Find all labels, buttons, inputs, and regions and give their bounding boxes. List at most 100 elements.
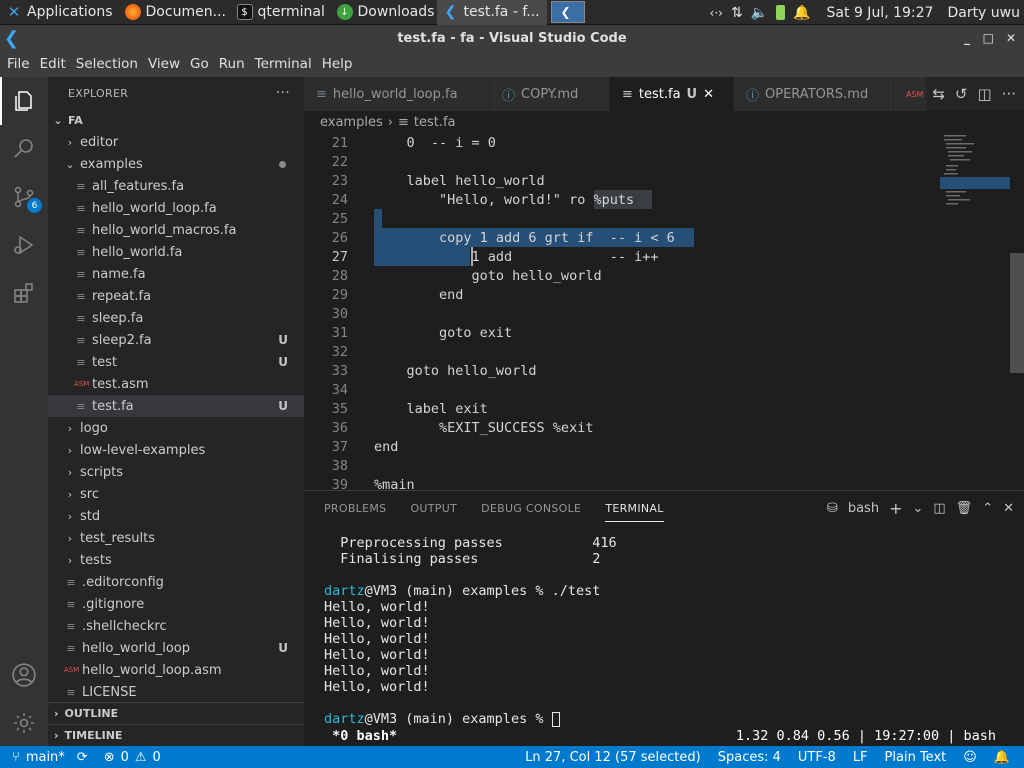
close-panel-icon[interactable]: ✕ <box>1003 501 1014 516</box>
tree-item[interactable]: › test_results <box>48 527 304 549</box>
tree-item[interactable]: ASM hello_world_loop.asm <box>48 659 304 681</box>
volume-icon[interactable]: 🔈 <box>751 5 768 21</box>
end-of-line[interactable]: LF <box>853 750 868 765</box>
language-mode[interactable]: Plain Text <box>885 750 947 765</box>
error-count[interactable]: 0 <box>121 750 129 765</box>
source-control-icon[interactable]: 6 <box>8 181 42 213</box>
taskbar-vscode[interactable]: ❮ test.fa - f... <box>436 0 547 25</box>
more-actions-icon[interactable]: ··· <box>1002 85 1016 103</box>
editor-scrollbar[interactable] <box>1010 133 1024 490</box>
cursor-position[interactable]: Ln 27, Col 12 (57 selected) <box>525 750 701 765</box>
tree-item[interactable]: ≡ all_features.fa <box>48 175 304 197</box>
maximize-icon[interactable]: □ <box>983 31 994 45</box>
tree-item[interactable]: › scripts <box>48 461 304 483</box>
tab-copy-md[interactable]: ⓘ COPY.md <box>490 77 610 111</box>
menu-file[interactable]: File <box>2 56 35 72</box>
git-branch[interactable]: main* <box>26 750 65 765</box>
tab-problems[interactable]: PROBLEMS <box>324 502 386 515</box>
menu-go[interactable]: Go <box>185 56 214 72</box>
tree-item[interactable]: › logo <box>48 417 304 439</box>
open-changes-icon[interactable]: ⇆ <box>932 85 945 103</box>
transfer-icon[interactable]: ⇅ <box>731 5 743 21</box>
terminal-output[interactable]: Preprocessing passes 416 Finalising pass… <box>324 535 617 727</box>
taskbar-firefox[interactable]: Documen... <box>119 0 231 25</box>
menu-edit[interactable]: Edit <box>35 56 71 72</box>
tab-output[interactable]: OUTPUT <box>410 502 457 515</box>
user-name[interactable]: Darty uwu <box>947 5 1020 21</box>
menu-selection[interactable]: Selection <box>71 56 143 72</box>
tree-item[interactable]: › src <box>48 483 304 505</box>
close-icon[interactable]: ✕ <box>1006 31 1016 45</box>
tab-test-fa[interactable]: ≡ test.fa U ✕ <box>610 77 734 111</box>
run-debug-icon[interactable] <box>8 229 40 261</box>
tab-hello-world-loop[interactable]: ≡ hello_world_loop.fa <box>304 77 490 111</box>
explorer-icon[interactable] <box>8 85 40 117</box>
indentation[interactable]: Spaces: 4 <box>718 750 781 765</box>
chevron-down-icon[interactable]: ⌄ <box>912 501 923 516</box>
tree-item[interactable]: ≡ LICENSE <box>48 681 304 703</box>
tree-item[interactable]: ≡ hello_world_loop.fa <box>48 197 304 219</box>
tree-item[interactable]: › low-level-examples <box>48 439 304 461</box>
tree-item[interactable]: › std <box>48 505 304 527</box>
tree-item[interactable]: ≡ .editorconfig <box>48 571 304 593</box>
tab-terminal[interactable]: TERMINAL <box>605 495 664 522</box>
modified-dot-icon <box>279 160 286 168</box>
close-icon[interactable]: ✕ <box>703 87 714 102</box>
notifications-bell-icon[interactable]: 🔔 <box>994 750 1010 765</box>
tree-item[interactable]: ≡ repeat.fa <box>48 285 304 307</box>
menu-run[interactable]: Run <box>214 56 250 72</box>
trash-icon[interactable]: 🗑 <box>956 501 973 516</box>
tree-item[interactable]: ≡ name.fa <box>48 263 304 285</box>
sync-icon[interactable]: ⟳ <box>77 750 88 765</box>
battery-icon[interactable] <box>776 5 786 20</box>
outline-section[interactable]: › OUTLINE <box>48 702 304 724</box>
new-terminal-icon[interactable]: + <box>889 499 902 518</box>
tree-item[interactable]: › tests <box>48 549 304 571</box>
notification-bell-icon[interactable]: 🔔 <box>793 5 810 21</box>
settings-gear-icon[interactable] <box>8 707 40 739</box>
tab-operators-md[interactable]: ⓘ OPERATORS.md <box>734 77 894 111</box>
scroll-thumb[interactable] <box>1010 253 1024 373</box>
split-terminal-icon[interactable]: ◫ <box>933 501 945 516</box>
more-actions-icon[interactable]: ··· <box>276 85 290 101</box>
minimize-icon[interactable]: _ <box>964 31 970 45</box>
breadcrumb-file[interactable]: test.fa <box>414 115 456 130</box>
timeline-section[interactable]: › TIMELINE <box>48 724 304 746</box>
taskbar-vscode-preview[interactable]: ❮ <box>550 1 585 23</box>
split-editor-icon[interactable]: ◫ <box>978 85 992 103</box>
terminal-shell-name[interactable]: bash <box>848 501 879 516</box>
tree-item[interactable]: ≡ sleep2.fa U <box>48 329 304 351</box>
code-editor[interactable]: 21 0 -- i = 0 22 23 label hello_world 24 "H… <box>304 133 1024 490</box>
tree-item[interactable]: ≡ test.fa U <box>48 395 304 417</box>
network-icon[interactable]: ‹·› <box>710 6 723 20</box>
tree-item[interactable]: ≡ sleep.fa <box>48 307 304 329</box>
tree-item[interactable]: ≡ hello_world_loop U <box>48 637 304 659</box>
menu-terminal[interactable]: Terminal <box>250 56 317 72</box>
tree-item[interactable]: ≡ hello_world_macros.fa <box>48 219 304 241</box>
account-icon[interactable] <box>8 659 40 691</box>
feedback-icon[interactable]: ☺ <box>963 750 977 765</box>
tree-item[interactable]: ASM test.asm <box>48 373 304 395</box>
tree-item[interactable]: ≡ .shellcheckrc <box>48 615 304 637</box>
minimap[interactable] <box>940 133 1010 490</box>
workspace-root[interactable]: ⌄ FA <box>48 109 304 131</box>
breadcrumb-folder[interactable]: examples <box>320 115 383 130</box>
menu-help[interactable]: Help <box>317 56 358 72</box>
maximize-panel-icon[interactable]: ⌃ <box>982 501 993 516</box>
tree-item[interactable]: ⌄ examples <box>48 153 304 175</box>
tree-item[interactable]: ≡ test U <box>48 351 304 373</box>
taskbar-qterminal[interactable]: $ qterminal <box>231 0 331 25</box>
taskbar-applications[interactable]: ✕ Applications <box>0 0 119 25</box>
search-icon[interactable] <box>8 133 40 165</box>
tab-debug-console[interactable]: DEBUG CONSOLE <box>481 502 581 515</box>
tree-item[interactable]: › editor <box>48 131 304 153</box>
extensions-icon[interactable] <box>8 277 40 309</box>
go-back-icon[interactable]: ↺ <box>955 85 968 103</box>
clock[interactable]: Sat 9 Jul, 19:27 <box>827 5 934 21</box>
warning-count[interactable]: 0 <box>153 750 161 765</box>
tree-item[interactable]: ≡ hello_world.fa <box>48 241 304 263</box>
menu-view[interactable]: View <box>143 56 185 72</box>
taskbar-downloads[interactable]: ↓ Downloads <box>331 0 437 25</box>
encoding[interactable]: UTF-8 <box>798 750 836 765</box>
tree-item[interactable]: ≡ .gitignore <box>48 593 304 615</box>
